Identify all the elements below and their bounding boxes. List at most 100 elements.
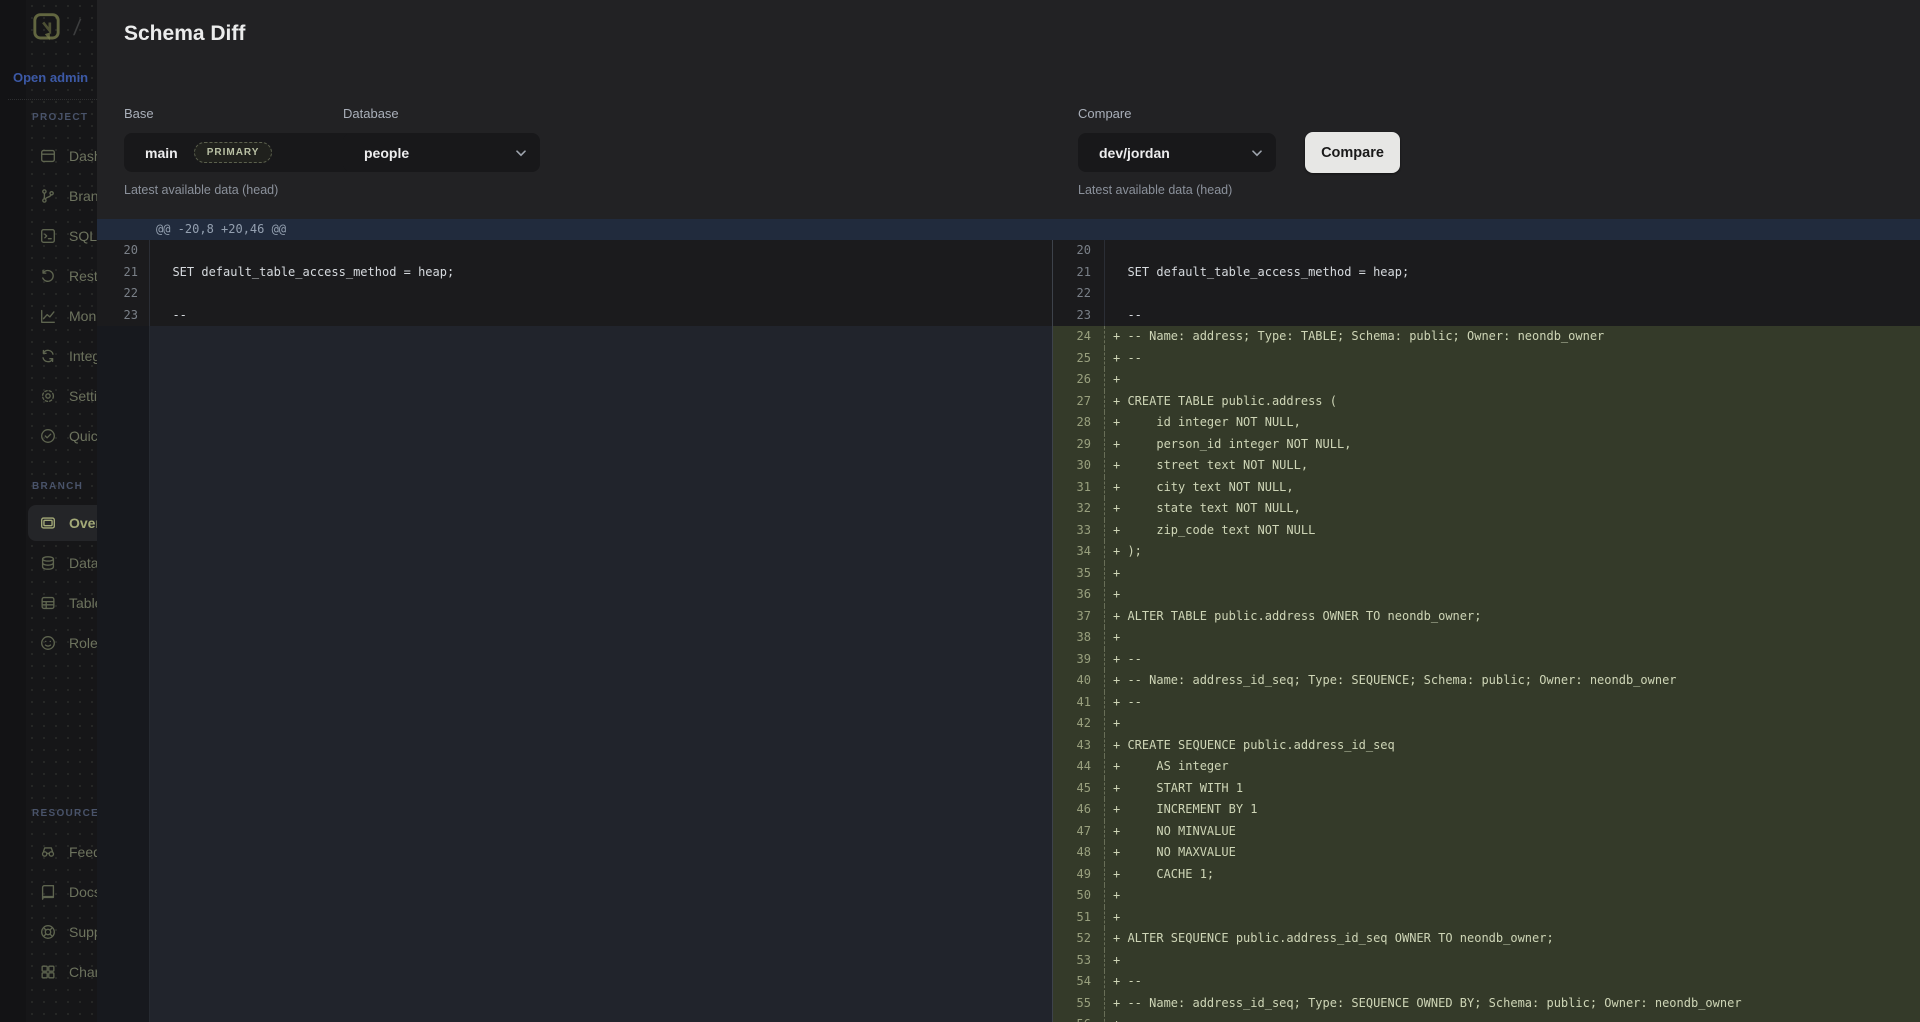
- diff-pane-compare: 2021 SET default_table_access_method = h…: [1052, 240, 1920, 1022]
- line-number: 23: [1053, 305, 1105, 327]
- sidebar-item-feedback[interactable]: Feedback: [28, 834, 97, 870]
- line-number: 35: [1053, 563, 1105, 585]
- sidebar-item-sql-editor[interactable]: SQL Editor: [28, 218, 97, 254]
- databases-icon: [39, 554, 57, 572]
- feedback-icon: [39, 843, 57, 861]
- diff-line-added: 56+ --: [1053, 1014, 1920, 1022]
- sidebar-item-quickstart[interactable]: Quickstart: [28, 418, 97, 454]
- sidebar-item-changelog[interactable]: Changelog: [28, 954, 97, 990]
- compare-caption: Latest available data (head): [1078, 183, 1276, 197]
- line-code: [1105, 240, 1920, 262]
- sidebar-item-label: Roles: [69, 635, 97, 651]
- sidebar-section-label: BRANCH: [32, 481, 83, 492]
- compare-branch-select[interactable]: dev/jordan: [1078, 133, 1276, 172]
- line-code: +: [1105, 627, 1920, 649]
- diff-line-added: 37+ ALTER TABLE public.address OWNER TO …: [1053, 606, 1920, 628]
- diff-line-added: 51+: [1053, 907, 1920, 929]
- sidebar-item-label: SQL Editor: [69, 228, 97, 244]
- database-value: people: [364, 145, 409, 161]
- line-code: + START WITH 1: [1105, 778, 1920, 800]
- line-number: 21: [97, 262, 150, 284]
- compare-label: Compare: [1078, 106, 1276, 121]
- chevron-down-icon: [516, 144, 526, 162]
- diff-line-added: 53+: [1053, 950, 1920, 972]
- diff-line-added: 32+ state text NOT NULL,: [1053, 498, 1920, 520]
- sidebar-item-roles[interactable]: Roles: [28, 625, 97, 661]
- page-title: Schema Diff: [124, 22, 245, 46]
- diff-line-added: 48+ NO MAXVALUE: [1053, 842, 1920, 864]
- line-number: 45: [1053, 778, 1105, 800]
- base-caption: Latest available data (head): [124, 183, 421, 197]
- line-number: 28: [1053, 412, 1105, 434]
- sidebar-item-dashboard[interactable]: Dashboard: [28, 138, 97, 174]
- sidebar-item-databases[interactable]: Databases: [28, 545, 97, 581]
- line-code: + --: [1105, 1014, 1920, 1022]
- restore-icon: [39, 267, 57, 285]
- line-number: 51: [1053, 907, 1105, 929]
- line-code: + ALTER SEQUENCE public.address_id_seq O…: [1105, 928, 1920, 950]
- sidebar-item-label: Databases: [69, 555, 97, 571]
- diff-line: 20: [1053, 240, 1920, 262]
- sidebar-item-settings[interactable]: Settings: [28, 378, 97, 414]
- diff-line-added: 27+ CREATE TABLE public.address (: [1053, 391, 1920, 413]
- line-code: + INCREMENT BY 1: [1105, 799, 1920, 821]
- sidebar-item-support[interactable]: Support: [28, 914, 97, 950]
- line-number: 33: [1053, 520, 1105, 542]
- integrations-icon: [39, 347, 57, 365]
- line-code: SET default_table_access_method = heap;: [1105, 262, 1920, 284]
- diff-line-added: 39+ --: [1053, 649, 1920, 671]
- diff-line-added: 25+ --: [1053, 348, 1920, 370]
- sidebar-item-overview[interactable]: Overview: [28, 505, 97, 541]
- line-code: + AS integer: [1105, 756, 1920, 778]
- sidebar-item-label: Feedback: [69, 844, 97, 860]
- line-number: 38: [1053, 627, 1105, 649]
- sidebar-item-branches[interactable]: Branches: [28, 178, 97, 214]
- compare-group: Compare dev/jordan Latest available data…: [1078, 106, 1276, 197]
- line-number: 41: [1053, 692, 1105, 714]
- sidebar-item-monitoring[interactable]: Monitoring: [28, 298, 97, 334]
- diff-line-added: 45+ START WITH 1: [1053, 778, 1920, 800]
- line-code: +: [1105, 369, 1920, 391]
- line-code: + -- Name: address_id_seq; Type: SEQUENC…: [1105, 670, 1920, 692]
- sidebar-item-label: Support: [69, 924, 97, 940]
- line-number: 24: [1053, 326, 1105, 348]
- database-label: Database: [343, 106, 540, 121]
- compare-branch-value: dev/jordan: [1099, 145, 1170, 161]
- diff-line-added: 33+ zip_code text NOT NULL: [1053, 520, 1920, 542]
- sidebar-item-tables[interactable]: Tables: [28, 585, 97, 621]
- sidebar-item-label: Docs: [69, 884, 97, 900]
- line-number: 34: [1053, 541, 1105, 563]
- compare-button[interactable]: Compare: [1305, 132, 1400, 173]
- hunk-header: @@ -20,8 +20,46 @@: [97, 219, 1920, 240]
- sidebar-item-restore[interactable]: Restore: [28, 258, 97, 294]
- line-number: 56: [1053, 1014, 1105, 1022]
- sidebar-item-docs[interactable]: Docs: [28, 874, 97, 910]
- sidebar-item-label: Integrations: [69, 348, 97, 364]
- diff-line-added: 31+ city text NOT NULL,: [1053, 477, 1920, 499]
- line-code: + --: [1105, 692, 1920, 714]
- roles-icon: [39, 634, 57, 652]
- database-select[interactable]: people: [343, 133, 540, 172]
- monitoring-icon: [39, 307, 57, 325]
- sidebar-item-integrations[interactable]: Integrations: [28, 338, 97, 374]
- primary-badge: PRIMARY: [194, 142, 273, 163]
- line-number: 53: [1053, 950, 1105, 972]
- line-code: + id integer NOT NULL,: [1105, 412, 1920, 434]
- line-code: + city text NOT NULL,: [1105, 477, 1920, 499]
- open-admin-link[interactable]: Open admin: [13, 70, 97, 85]
- line-number: 48: [1053, 842, 1105, 864]
- line-code: + --: [1105, 348, 1920, 370]
- line-number: 29: [1053, 434, 1105, 456]
- line-number: 43: [1053, 735, 1105, 757]
- line-code: + street text NOT NULL,: [1105, 455, 1920, 477]
- diff-line-added: 43+ CREATE SEQUENCE public.address_id_se…: [1053, 735, 1920, 757]
- dashboard-icon: [39, 147, 57, 165]
- neon-logo-icon[interactable]: [33, 13, 60, 43]
- diff-line-added: 40+ -- Name: address_id_seq; Type: SEQUE…: [1053, 670, 1920, 692]
- changelog-icon: [39, 963, 57, 981]
- line-number: 40: [1053, 670, 1105, 692]
- line-code: + zip_code text NOT NULL: [1105, 520, 1920, 542]
- line-number: 52: [1053, 928, 1105, 950]
- sidebar-item-label: Settings: [69, 388, 97, 404]
- diff-line-added: 49+ CACHE 1;: [1053, 864, 1920, 886]
